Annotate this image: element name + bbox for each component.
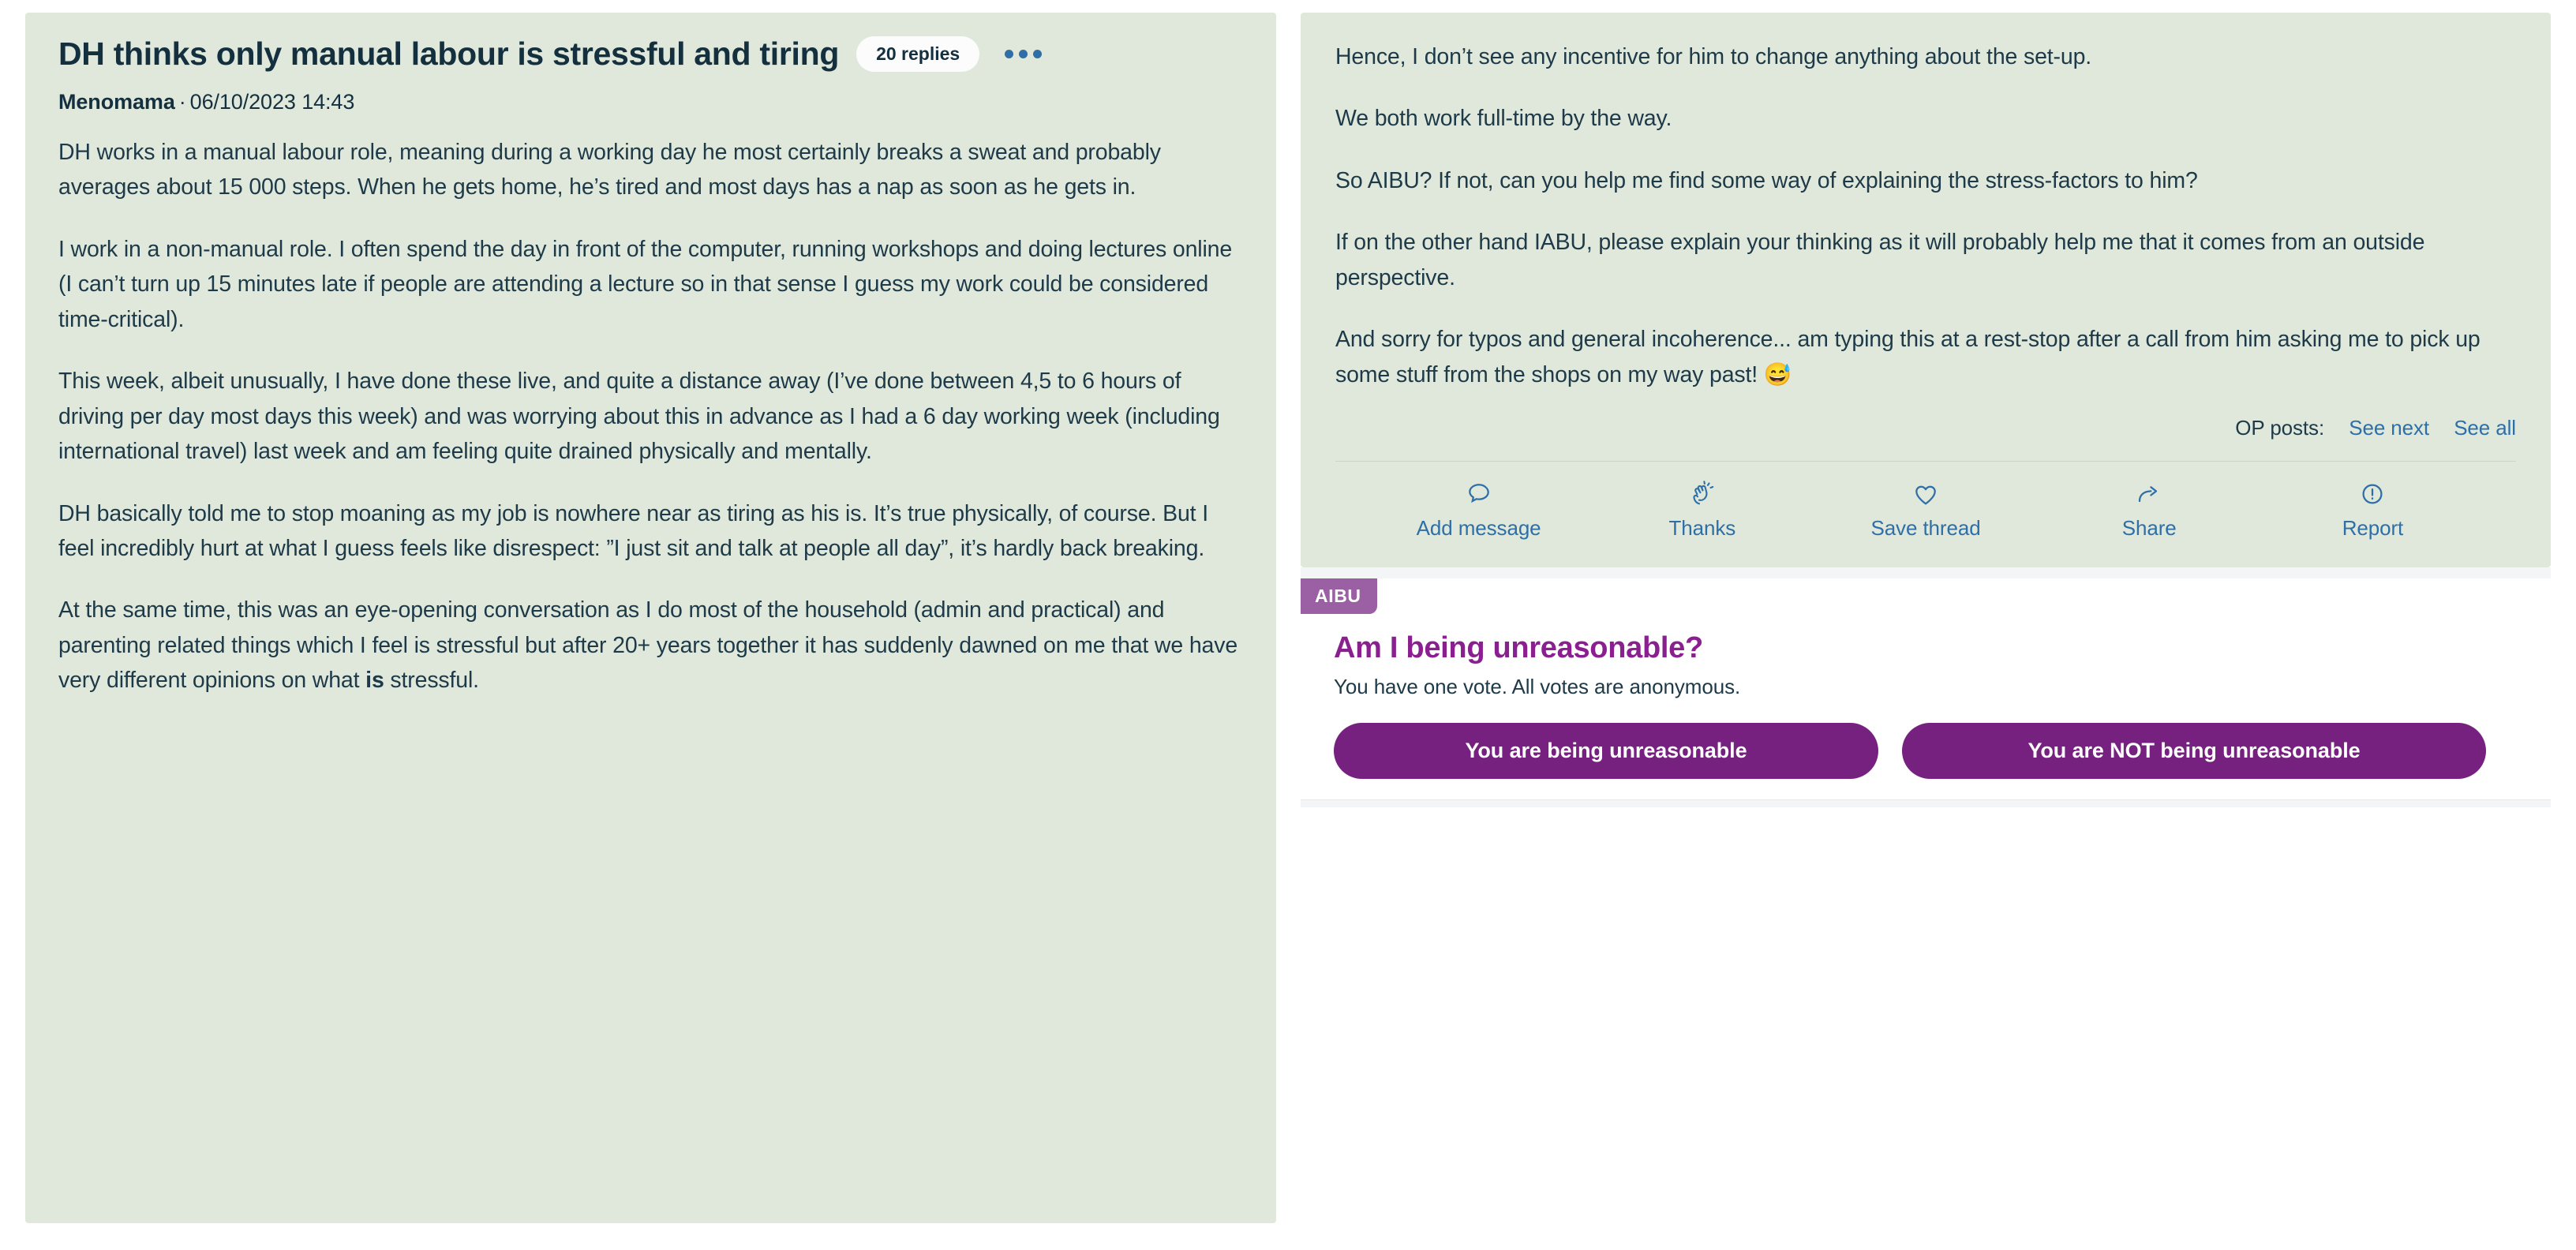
share-button[interactable]: Share xyxy=(2038,479,2261,541)
speech-bubble-icon xyxy=(1465,479,1493,509)
add-message-button[interactable]: Add message xyxy=(1367,479,1590,541)
add-message-label: Add message xyxy=(1416,516,1541,541)
kebab-dot-icon xyxy=(1005,50,1014,59)
section-gap-strip xyxy=(1301,567,2551,579)
post-timestamp: 06/10/2023 14:43 xyxy=(189,89,355,114)
page-root: DH thinks only manual labour is stressfu… xyxy=(0,0,2576,1250)
aibu-vote-card: AIBU Am I being unreasonable? You have o… xyxy=(1301,578,2551,808)
kebab-dot-icon xyxy=(1033,50,1043,59)
post-paragraph: I work in a non-manual role. I often spe… xyxy=(58,236,1233,332)
aibu-question-title: Am I being unreasonable? xyxy=(1334,631,1703,665)
save-thread-label: Save thread xyxy=(1870,516,1981,541)
clapping-hands-icon xyxy=(1688,479,1717,509)
post-paragraph: And sorry for typos and general incohere… xyxy=(1335,327,2481,387)
thanks-button[interactable]: Thanks xyxy=(1590,479,1814,541)
post-paragraph: We both work full-time by the way. xyxy=(1335,106,1672,132)
op-posts-nav: OP posts: See next See all xyxy=(1335,416,2516,440)
original-post-panel: DH thinks only manual labour is stressfu… xyxy=(25,13,1276,1223)
share-arrow-icon xyxy=(2135,479,2163,509)
emphasised-word: is xyxy=(365,668,384,694)
post-body-left: DH works in a manual labour role, meanin… xyxy=(58,135,1243,698)
aibu-content: Am I being unreasonable? You have one vo… xyxy=(1301,614,2551,780)
status-badge: AIBU xyxy=(1301,578,1377,615)
report-label: Report xyxy=(2342,516,2404,541)
post-author[interactable]: Menomama xyxy=(58,90,175,114)
post-action-bar: Add message Thanks Save thread Share Rep… xyxy=(1335,462,2516,552)
op-posts-label: OP posts: xyxy=(2235,416,2325,440)
thanks-label: Thanks xyxy=(1668,516,1736,541)
card-bottom-strip xyxy=(1301,799,2551,808)
post-paragraph: If on the other hand IABU, please explai… xyxy=(1335,230,2425,290)
byline-separator: · xyxy=(178,89,186,114)
post-body-right-card: Hence, I don’t see any incentive for him… xyxy=(1301,13,2551,568)
post-paragraph: DH works in a manual labour role, meanin… xyxy=(58,139,1161,200)
replies-count-badge[interactable]: 20 replies xyxy=(856,36,980,73)
post-byline: Menomama · 06/10/2023 14:43 xyxy=(58,90,1243,114)
post-body-right: Hence, I don’t see any incentive for him… xyxy=(1335,39,2516,392)
save-thread-button[interactable]: Save thread xyxy=(1814,479,2037,541)
share-label: Share xyxy=(2121,516,2177,541)
kebab-dot-icon xyxy=(1019,50,1028,59)
see-all-link[interactable]: See all xyxy=(2454,416,2516,440)
post-paragraph: So AIBU? If not, can you help me find so… xyxy=(1335,167,2198,193)
post-paragraph: This week, albeit unusually, I have done… xyxy=(58,369,1220,465)
exclamation-circle-icon xyxy=(2358,479,2387,509)
post-paragraph: DH basically told me to stop moaning as … xyxy=(58,500,1208,561)
see-next-link[interactable]: See next xyxy=(2349,416,2429,440)
report-button[interactable]: Report xyxy=(2261,479,2484,541)
page-title: DH thinks only manual labour is stressfu… xyxy=(58,36,840,72)
aibu-card-footer-space xyxy=(1301,779,2551,800)
thread-header: DH thinks only manual labour is stressfu… xyxy=(58,36,1243,73)
post-paragraph: Hence, I don’t see any incentive for him… xyxy=(1335,44,2092,69)
more-options-button[interactable] xyxy=(1000,42,1046,66)
vote-no-button[interactable]: You are NOT being unreasonable xyxy=(1902,723,2486,780)
post-paragraph-with-emphasis: At the same time, this was an eye-openin… xyxy=(58,593,1243,698)
aibu-vote-note: You have one vote. All votes are anonymo… xyxy=(1334,675,1741,699)
paragraph-text-part: stressful. xyxy=(384,668,479,694)
aibu-vote-buttons: You are being unreasonable You are NOT b… xyxy=(1334,723,2518,780)
post-continuation-panel: Hence, I don’t see any incentive for him… xyxy=(1301,13,2551,1223)
heart-icon xyxy=(1911,479,1940,509)
paragraph-text-part: At the same time, this was an eye-openin… xyxy=(58,597,1238,694)
vote-yes-button[interactable]: You are being unreasonable xyxy=(1334,723,1878,780)
